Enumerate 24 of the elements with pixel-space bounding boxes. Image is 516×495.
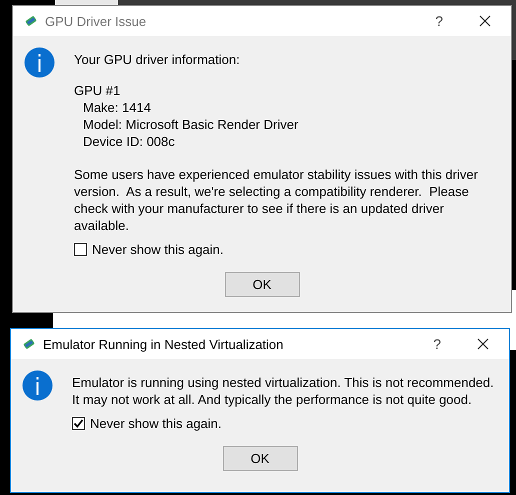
checkbox-label[interactable]: Never show this again. [90, 416, 222, 431]
window-title: GPU Driver Issue [45, 14, 146, 28]
checkbox[interactable] [74, 243, 87, 256]
checkmark-icon [73, 418, 84, 429]
app-icon [23, 338, 35, 350]
detail-line: Make: 1414 [82, 99, 152, 116]
gpu-heading: GPU #1 [74, 82, 122, 99]
checkbox[interactable] [72, 417, 85, 430]
message-text: Some users have experienced emulator stability issues with this driver version. As a result, we're selecting a compatibility renderer. Please check with your manufacturer to see if there is an updated driver available. [74, 166, 479, 234]
app-icon [25, 15, 37, 27]
intro-text: Your GPU driver information: [74, 51, 241, 68]
ok-button[interactable]: OK [224, 272, 300, 297]
info-icon [22, 370, 53, 401]
ok-button[interactable]: OK [222, 446, 298, 471]
message-text: Emulator is running using nested virtualization. This is not recommended. It may not work at all. And typically the performance is not quite good. [72, 374, 495, 408]
help-button[interactable]: ? [433, 336, 441, 352]
help-button[interactable]: ? [435, 13, 443, 29]
detail-line: Model: Microsoft Basic Render Driver [82, 116, 300, 133]
close-icon[interactable] [479, 15, 491, 27]
info-icon [24, 47, 55, 78]
close-icon[interactable] [477, 338, 489, 350]
checkbox-label[interactable]: Never show this again. [92, 242, 224, 257]
window-title: Emulator Running in Nested Virtualization [43, 336, 284, 352]
detail-line: Device ID: 008c [82, 133, 176, 150]
